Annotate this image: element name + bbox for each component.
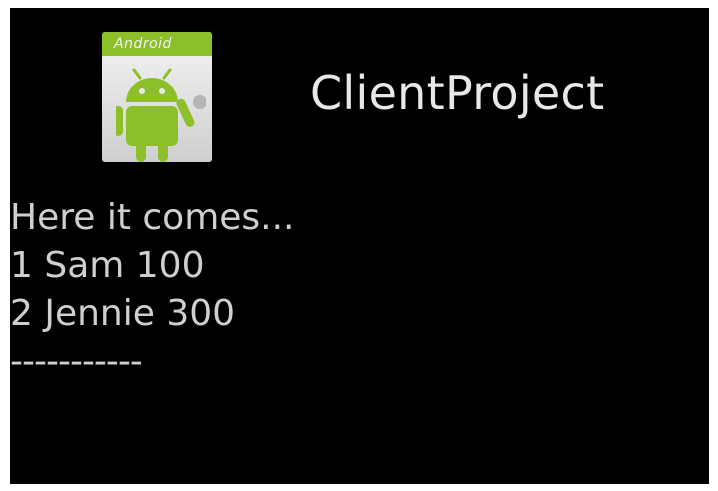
app-title: ClientProject [310, 66, 605, 120]
output-line-record: 1 Sam 100 [10, 245, 205, 286]
android-launcher-icon: Android [102, 32, 212, 162]
android-robot-icon [116, 68, 206, 162]
output-text-area: Here it comes... 1 Sam 100 2 Jennie 300 … [10, 194, 709, 386]
output-line-separator: ----------- [10, 341, 143, 382]
app-title-bar: Android ClientProject [10, 8, 709, 188]
phone-screen: Android ClientProject Here it comes... 1… [10, 8, 709, 484]
output-line-record: 2 Jennie 300 [10, 293, 236, 334]
icon-band-label: Android [102, 32, 212, 56]
output-line-header: Here it comes... [10, 197, 295, 238]
